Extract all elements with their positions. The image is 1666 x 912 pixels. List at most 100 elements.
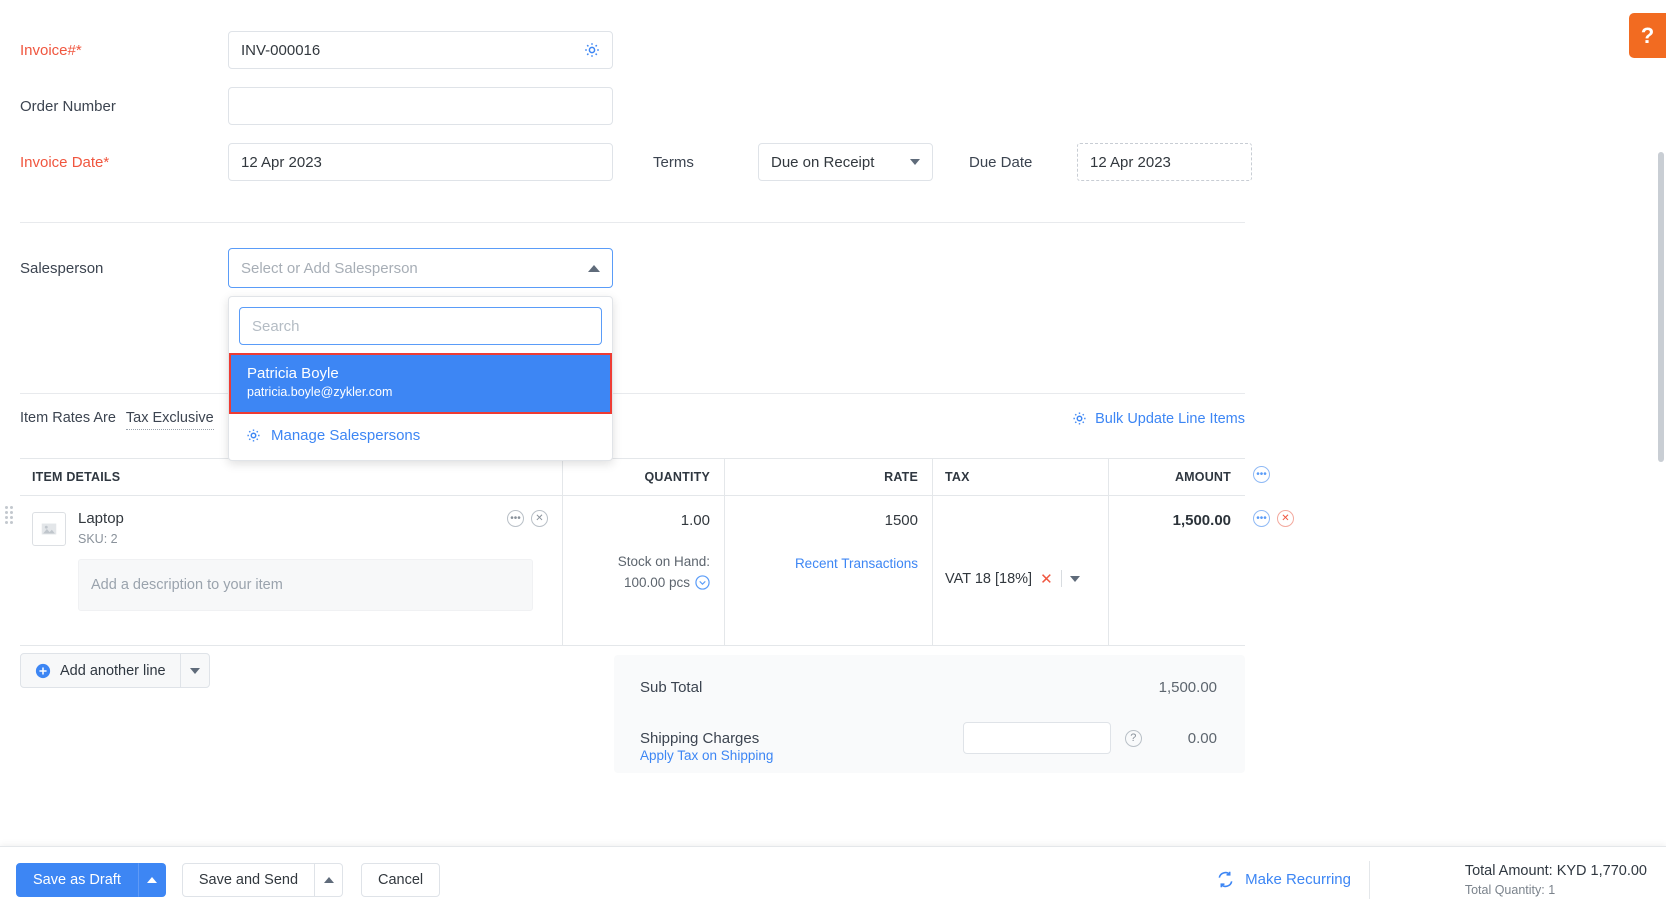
section-divider-top: [20, 222, 1245, 223]
quantity-cell: 1.00 Stock on Hand: 100.00 pcs: [562, 496, 724, 645]
cancel-button[interactable]: Cancel: [361, 863, 440, 897]
row-drag-handle[interactable]: [4, 505, 16, 525]
sub-total-label: Sub Total: [640, 679, 1159, 696]
salesperson-row: Salesperson Select or Add Salesperson: [0, 248, 613, 288]
chevron-up-icon: [324, 877, 334, 883]
save-as-draft-group: Save as Draft: [16, 863, 166, 897]
more-options-icon[interactable]: •••: [507, 510, 524, 527]
sub-total-value: 1,500.00: [1159, 679, 1217, 696]
clear-tax-icon[interactable]: ✕: [1040, 570, 1053, 588]
column-header-rate: RATE: [724, 458, 932, 496]
column-header-quantity: QUANTITY: [562, 458, 724, 496]
help-icon[interactable]: ?: [1125, 730, 1142, 747]
invoice-date-label: Invoice Date*: [0, 154, 228, 171]
plus-circle-icon: [35, 663, 51, 679]
chevron-down-icon: [910, 159, 920, 165]
make-recurring-link[interactable]: Make Recurring: [1216, 870, 1351, 889]
table-row: Laptop SKU: 2 Add a description to your …: [20, 496, 1245, 646]
item-rates-group: Item Rates Are Tax Exclusive: [20, 410, 214, 430]
quantity-value[interactable]: 1.00: [563, 512, 710, 529]
terms-select[interactable]: Due on Receipt: [758, 143, 933, 181]
save-as-draft-button[interactable]: Save as Draft: [16, 863, 138, 897]
row-right-actions: ••• ✕: [1253, 510, 1294, 527]
item-rates-label: Item Rates Are: [20, 410, 116, 426]
salesperson-label: Salesperson: [0, 260, 228, 277]
gear-icon: [245, 427, 262, 444]
invoice-date-input[interactable]: 12 Apr 2023: [228, 143, 613, 181]
add-another-line-button[interactable]: Add another line: [20, 653, 210, 688]
tax-cell: VAT 18 [18%] ✕: [932, 496, 1108, 645]
remove-item-icon[interactable]: ✕: [531, 510, 548, 527]
shipping-charges-input[interactable]: [963, 722, 1111, 754]
column-header-tax: TAX: [932, 458, 1108, 496]
invoice-date-row: Invoice Date* 12 Apr 2023 Terms Due on R…: [0, 134, 1300, 190]
line-items-table: ITEM DETAILS QUANTITY RATE TAX AMOUNT La…: [20, 458, 1245, 646]
save-and-send-dropdown[interactable]: [315, 863, 343, 897]
order-number-label: Order Number: [0, 98, 228, 115]
item-description-input[interactable]: Add a description to your item: [78, 559, 533, 611]
item-rates-value[interactable]: Tax Exclusive: [126, 410, 214, 430]
shipping-charges-value: 0.00: [1188, 730, 1217, 747]
salesperson-option-patricia-boyle[interactable]: Patricia Boyle patricia.boyle@zykler.com: [231, 355, 610, 412]
amount-cell: 1,500.00: [1108, 496, 1245, 645]
gear-icon[interactable]: [582, 40, 602, 60]
add-line-dropdown-arrow[interactable]: [181, 668, 209, 674]
table-header-row: ITEM DETAILS QUANTITY RATE TAX AMOUNT: [20, 458, 1245, 496]
order-number-input[interactable]: [228, 87, 613, 125]
chevron-down-circle-icon[interactable]: [695, 575, 710, 590]
chevron-up-icon: [147, 877, 157, 883]
save-as-draft-dropdown[interactable]: [138, 863, 166, 897]
table-options-icon[interactable]: •••: [1253, 466, 1270, 483]
invoice-number-input[interactable]: INV-000016: [228, 31, 613, 69]
salesperson-placeholder: Select or Add Salesperson: [241, 260, 418, 277]
stock-label: Stock on Hand:: [563, 551, 710, 572]
chevron-down-icon[interactable]: [1070, 576, 1080, 582]
terms-label: Terms: [653, 154, 758, 171]
due-date-value: 12 Apr 2023: [1090, 154, 1171, 171]
section-divider-mid: [20, 393, 1245, 394]
save-and-send-group: Save and Send: [182, 863, 343, 897]
chevron-up-icon: [588, 265, 600, 272]
row-more-options-icon[interactable]: •••: [1253, 510, 1270, 527]
bulk-update-label: Bulk Update Line Items: [1095, 411, 1245, 427]
invoice-date-value: 12 Apr 2023: [241, 154, 322, 171]
rate-cell: 1500 Recent Transactions: [724, 496, 932, 645]
manage-salespersons-link[interactable]: Manage Salespersons: [229, 414, 612, 460]
invoice-number-value: INV-000016: [241, 42, 320, 59]
rate-value[interactable]: 1500: [725, 512, 918, 529]
bulk-update-link[interactable]: Bulk Update Line Items: [1071, 410, 1245, 427]
apply-tax-on-shipping-link[interactable]: Apply Tax on Shipping: [640, 748, 1217, 763]
stock-on-hand: Stock on Hand: 100.00 pcs: [563, 551, 710, 593]
image-placeholder-icon[interactable]: [32, 512, 66, 546]
due-date-input[interactable]: 12 Apr 2023: [1077, 143, 1252, 181]
more-options-icon[interactable]: •••: [1253, 466, 1270, 483]
divider: [1369, 861, 1370, 899]
item-name[interactable]: Laptop: [78, 510, 533, 527]
recent-transactions-link[interactable]: Recent Transactions: [725, 556, 918, 571]
page-scrollbar[interactable]: [1658, 152, 1664, 462]
footer-total-quantity: Total Quantity: 1: [1465, 883, 1647, 897]
shipping-charges-label: Shipping Charges: [640, 730, 963, 747]
save-and-send-button[interactable]: Save and Send: [182, 863, 315, 897]
amount-value: 1,500.00: [1173, 512, 1231, 529]
salesperson-dropdown: Search Patricia Boyle patricia.boyle@zyk…: [228, 296, 613, 461]
footer-action-bar: Save as Draft Save and Send Cancel Make …: [0, 846, 1666, 912]
make-recurring-label: Make Recurring: [1245, 871, 1351, 888]
row-delete-icon[interactable]: ✕: [1277, 510, 1294, 527]
footer-total-amount: Total Amount: KYD 1,770.00: [1465, 863, 1647, 879]
totals-panel: Sub Total 1,500.00 Shipping Charges ? 0.…: [614, 655, 1245, 773]
invoice-form-page: Invoice#* INV-000016 Order Number Invoic…: [0, 0, 1666, 912]
order-number-row: Order Number: [0, 78, 1300, 134]
gear-icon: [1071, 410, 1088, 427]
salesperson-select[interactable]: Select or Add Salesperson: [228, 248, 613, 288]
salesperson-option-email: patricia.boyle@zykler.com: [247, 384, 594, 401]
terms-value: Due on Receipt: [771, 154, 874, 171]
salesperson-search-input[interactable]: Search: [239, 307, 602, 345]
help-button[interactable]: ?: [1629, 13, 1666, 58]
due-date-label: Due Date: [969, 154, 1077, 171]
column-header-item-details: ITEM DETAILS: [20, 470, 562, 484]
item-sku: SKU: 2: [78, 532, 533, 546]
salesperson-search-placeholder: Search: [252, 318, 300, 335]
tax-value[interactable]: VAT 18 [18%]: [945, 571, 1032, 587]
salesperson-option-highlight: Patricia Boyle patricia.boyle@zykler.com: [229, 353, 612, 414]
